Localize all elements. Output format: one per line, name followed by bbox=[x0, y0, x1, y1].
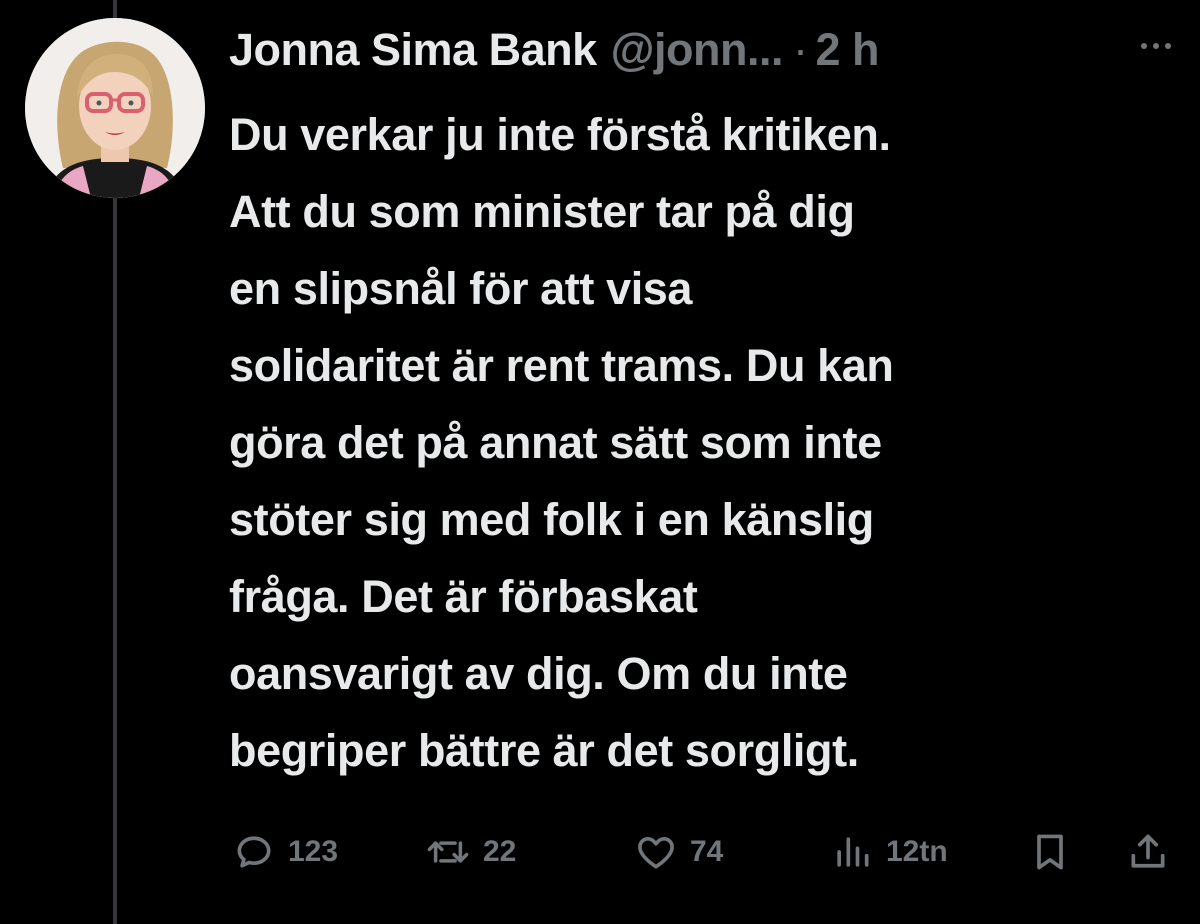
share-button[interactable] bbox=[1126, 828, 1170, 876]
tweet-text: Du verkar ju inte förstå kritiken. Att d… bbox=[229, 96, 1179, 789]
views-count: 12tn bbox=[886, 835, 948, 868]
reply-count: 123 bbox=[288, 835, 339, 868]
tweet-text-line: Du verkar ju inte förstå kritiken. bbox=[229, 109, 891, 160]
retweet-button[interactable]: 22 bbox=[425, 828, 516, 876]
tweet-text-line: begriper bättre är det sorgligt. bbox=[229, 725, 859, 776]
avatar-portrait-image bbox=[25, 18, 205, 198]
tweet-text-line: Att du som minister tar på dig bbox=[229, 186, 855, 237]
tweet-text-line: solidaritet är rent trams. Du kan bbox=[229, 340, 894, 391]
reply-icon bbox=[237, 836, 271, 868]
tweet-text-line: en slipsnål för att visa bbox=[229, 263, 693, 314]
tweet-text-line: stöter sig med folk i en känslig bbox=[229, 494, 874, 545]
more-options-button[interactable] bbox=[1138, 36, 1174, 56]
tweet-action-bar: 123 22 74 12tn bbox=[0, 828, 1200, 876]
author-display-name[interactable]: Jonna Sima Bank bbox=[229, 24, 597, 76]
views-button[interactable]: 12tn bbox=[830, 828, 948, 876]
more-horizontal-icon bbox=[1141, 43, 1171, 49]
tweet-header: Jonna Sima Bank @jonn... · 2 h bbox=[229, 20, 880, 80]
like-count: 74 bbox=[690, 835, 724, 868]
bookmark-icon bbox=[1037, 834, 1063, 870]
tweet-timestamp[interactable]: 2 h bbox=[815, 24, 879, 76]
views-chart-icon bbox=[837, 837, 869, 867]
retweet-icon bbox=[427, 841, 469, 863]
reply-button[interactable]: 123 bbox=[232, 828, 338, 876]
author-handle[interactable]: @jonn... bbox=[611, 24, 784, 76]
avatar[interactable] bbox=[25, 18, 205, 198]
tweet-text-line: fråga. Det är förbaskat bbox=[229, 571, 698, 622]
retweet-count: 22 bbox=[483, 835, 517, 868]
bookmark-button[interactable] bbox=[1028, 828, 1072, 876]
like-button[interactable]: 74 bbox=[634, 828, 723, 876]
heart-icon bbox=[638, 836, 674, 869]
tweet-text-line: oansvarigt av dig. Om du inte bbox=[229, 648, 848, 699]
share-icon bbox=[1131, 834, 1165, 868]
header-separator: · bbox=[792, 24, 808, 75]
tweet-text-line: göra det på annat sätt som inte bbox=[229, 417, 882, 468]
